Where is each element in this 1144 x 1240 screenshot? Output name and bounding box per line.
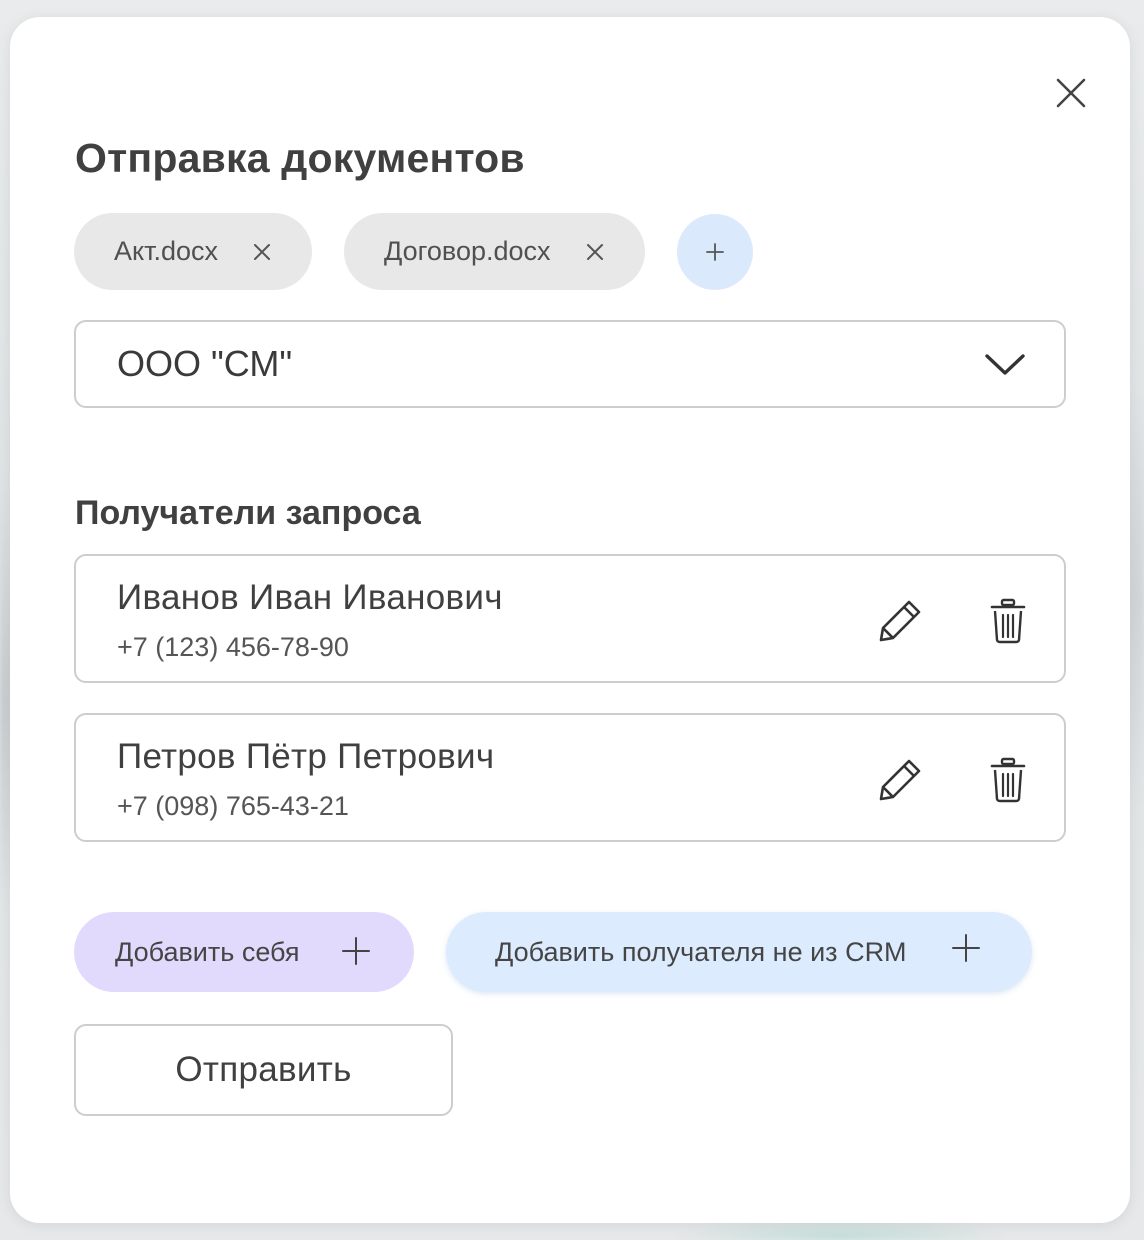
chevron-down-icon xyxy=(985,354,1025,375)
trash-icon xyxy=(990,598,1026,644)
remove-attachment-button[interactable] xyxy=(252,242,272,262)
recipients-section-title: Получатели запроса xyxy=(75,494,421,532)
plus-icon xyxy=(705,242,724,261)
organization-select-value: ООО "СМ" xyxy=(117,343,293,384)
close-icon xyxy=(254,243,271,260)
send-button[interactable]: Отправить xyxy=(74,1024,453,1116)
trash-icon xyxy=(990,757,1026,803)
recipients-list: Иванов Иван Иванович +7 (123) 456-78-90 xyxy=(74,554,1066,872)
pencil-icon xyxy=(879,759,921,801)
recipient-phone: +7 (098) 765-43-21 xyxy=(117,791,349,821)
attachment-list: Акт.docx Договор.docx xyxy=(74,213,753,290)
attachment-name: Акт.docx xyxy=(114,236,219,266)
edit-recipient-button[interactable] xyxy=(876,756,924,804)
delete-recipient-button[interactable] xyxy=(984,597,1032,645)
dialog-title: Отправка документов xyxy=(75,135,525,181)
add-external-label: Добавить получателя не из CRM xyxy=(495,936,907,967)
recipient-card: Петров Пётр Петрович +7 (098) 765-43-21 xyxy=(74,713,1066,842)
add-self-button[interactable]: Добавить себя xyxy=(74,912,414,992)
organization-select[interactable]: ООО "СМ" xyxy=(74,320,1066,408)
add-attachment-button[interactable] xyxy=(676,213,753,290)
recipient-name: Петров Пётр Петрович xyxy=(117,737,495,776)
edit-recipient-button[interactable] xyxy=(876,597,924,645)
pencil-icon xyxy=(879,600,921,642)
close-button[interactable] xyxy=(1052,74,1090,112)
plus-icon xyxy=(342,937,370,965)
attachment-name: Договор.docx xyxy=(384,236,551,266)
close-icon xyxy=(1056,78,1086,108)
add-self-label: Добавить себя xyxy=(115,936,300,967)
add-external-recipient-button[interactable]: Добавить получателя не из CRM xyxy=(446,912,1032,992)
close-icon xyxy=(586,243,603,260)
plus-icon xyxy=(952,934,980,962)
recipient-name: Иванов Иван Иванович xyxy=(117,578,503,617)
attachment-chip: Договор.docx xyxy=(344,213,645,290)
recipient-phone: +7 (123) 456-78-90 xyxy=(117,632,349,662)
remove-attachment-button[interactable] xyxy=(585,242,605,262)
attachment-chip: Акт.docx xyxy=(74,213,313,290)
recipient-card: Иванов Иван Иванович +7 (123) 456-78-90 xyxy=(74,554,1066,683)
delete-recipient-button[interactable] xyxy=(984,756,1032,804)
send-documents-dialog: Отправка документов Акт.docx Договор.doc… xyxy=(10,17,1130,1223)
